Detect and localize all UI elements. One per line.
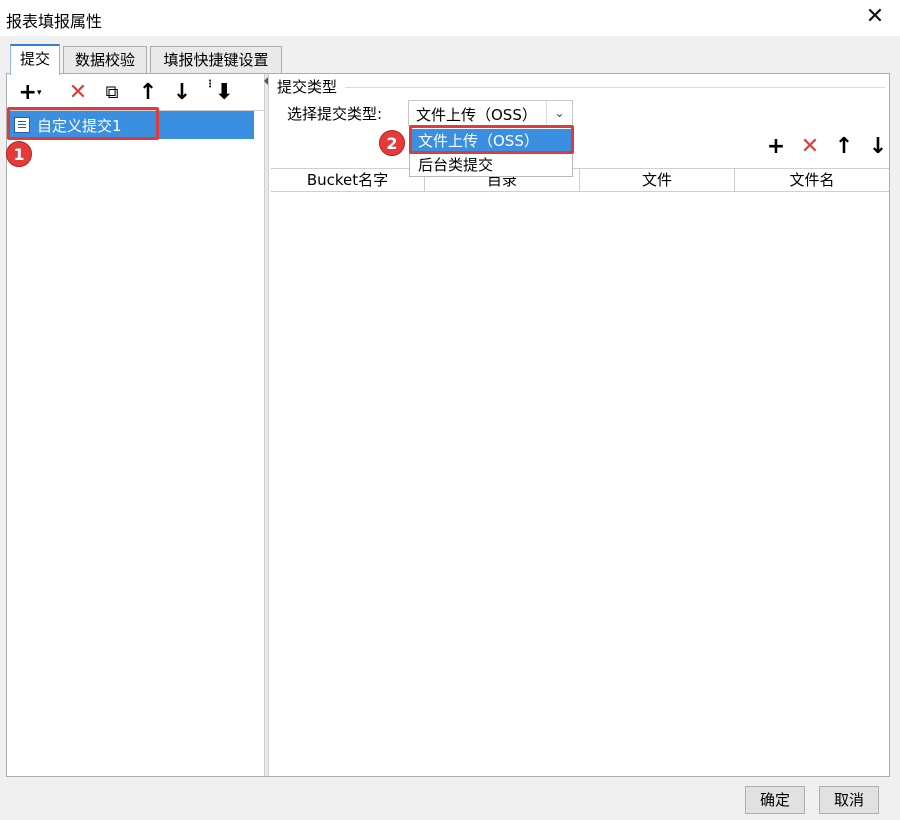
tab-content-panel: +▾ ✕ ⧉ ↑ ↓ ⋮⬇ 自定义提交1 1 提交类型 选择提交类型: 文件上传…	[6, 73, 890, 777]
column-header-filename[interactable]: 文件名	[735, 169, 889, 191]
tab-submit[interactable]: 提交	[10, 44, 60, 75]
cancel-button[interactable]: 取消	[819, 786, 879, 814]
submit-list-pane: +▾ ✕ ⧉ ↑ ↓ ⋮⬇ 自定义提交1	[9, 76, 264, 774]
delete-x-icon[interactable]: ✕	[797, 134, 823, 160]
dialog-client-area: 提交 数据校验 填报快捷键设置 +▾ ✕ ⧉ ↑ ↓ ⋮⬇ 自定义提交1 1 提…	[0, 36, 900, 820]
tree-item-custom-submit[interactable]: 自定义提交1	[9, 111, 254, 139]
chevron-down-icon[interactable]: ⌄	[546, 101, 572, 125]
submit-type-select[interactable]: 文件上传（OSS） ⌄	[408, 100, 573, 126]
arrow-down-icon[interactable]: ↓	[865, 134, 891, 160]
copy-icon[interactable]: ⧉	[99, 80, 125, 106]
tab-shortcut-settings[interactable]: 填报快捷键设置	[150, 46, 282, 74]
tree-item-label: 自定义提交1	[37, 117, 122, 135]
oss-config-table: Bucket名字 目录 文件 文件名	[271, 168, 889, 772]
section-title: 提交类型	[277, 76, 342, 97]
arrow-down-icon[interactable]: ↓	[169, 80, 195, 106]
submit-settings-pane: 提交类型 选择提交类型: 文件上传（OSS） ⌄ 文件上传（OSS） 后台类提交…	[269, 74, 889, 776]
collapse-arrow-icon[interactable]	[264, 77, 268, 85]
column-header-file[interactable]: 文件	[580, 169, 735, 191]
arrow-up-icon[interactable]: ↑	[135, 80, 161, 106]
step-badge-1: 1	[6, 141, 32, 167]
table-header: Bucket名字 目录 文件 文件名	[271, 168, 889, 192]
title-bar: 报表填报属性 ✕	[0, 0, 900, 36]
option-file-upload-oss[interactable]: 文件上传（OSS）	[410, 129, 572, 153]
window-title: 报表填报属性	[6, 12, 103, 31]
step-badge-2: 2	[379, 130, 405, 156]
close-icon[interactable]: ✕	[862, 4, 888, 30]
plus-icon[interactable]: +	[763, 134, 789, 160]
delete-x-icon[interactable]: ✕	[65, 80, 91, 106]
plus-dropdown-icon[interactable]: +▾	[17, 80, 43, 106]
sort-down-icon[interactable]: ⋮⬇	[205, 80, 233, 106]
file-icon	[14, 117, 30, 133]
left-toolbar: +▾ ✕ ⧉ ↑ ↓ ⋮⬇	[9, 76, 264, 110]
ok-button[interactable]: 确定	[745, 786, 805, 814]
submit-type-label: 选择提交类型:	[287, 105, 383, 123]
section-divider	[345, 87, 885, 88]
tab-data-validation[interactable]: 数据校验	[63, 46, 147, 74]
column-header-bucket[interactable]: Bucket名字	[271, 169, 425, 191]
table-body[interactable]	[271, 192, 889, 772]
submit-type-value: 文件上传（OSS）	[416, 106, 537, 124]
right-toolbar: + ✕ ↑ ↓	[759, 134, 887, 162]
submit-tree: 自定义提交1	[9, 110, 264, 772]
option-backend-submit[interactable]: 后台类提交	[410, 153, 572, 177]
submit-type-dropdown: 文件上传（OSS） 后台类提交	[409, 127, 573, 177]
arrow-up-icon[interactable]: ↑	[831, 134, 857, 160]
